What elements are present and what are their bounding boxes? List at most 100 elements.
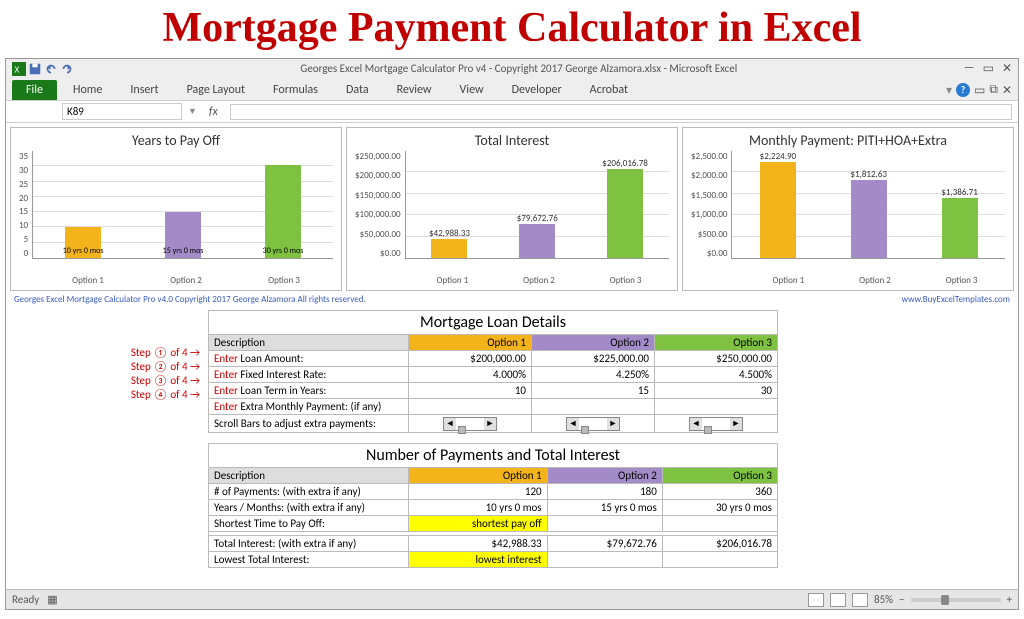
- table-row: Enter Extra Monthly Payment: (if any): [209, 399, 778, 415]
- worksheet-area: Years to Pay Off3530252015105010 yrs 0 m…: [6, 123, 1018, 589]
- tab-acrobat[interactable]: Acrobat: [578, 80, 640, 100]
- zoom-out-button[interactable]: −: [899, 593, 904, 606]
- chart-bar: $206,016.78: [607, 169, 643, 258]
- cell-value: shortest pay off: [409, 516, 548, 532]
- tab-page-layout[interactable]: Page Layout: [175, 80, 257, 100]
- step-label: Step ② of 4 →: [131, 360, 200, 373]
- window-controls: — ▭ ✕: [964, 61, 1012, 76]
- table1-caption: Mortgage Loan Details: [208, 310, 778, 334]
- scroll-left-icon[interactable]: ◄: [444, 418, 456, 430]
- step-label: Step ③ of 4 →: [131, 374, 200, 387]
- cell-value: 180: [547, 484, 662, 500]
- redo-icon[interactable]: [60, 62, 74, 76]
- view-normal-button[interactable]: [808, 593, 824, 607]
- cell-value[interactable]: $250,000.00: [655, 351, 778, 367]
- cell-value: 15 yrs 0 mos: [547, 500, 662, 516]
- tab-developer[interactable]: Developer: [500, 80, 574, 100]
- extra-payment-scrollbar[interactable]: ◄►: [566, 417, 620, 431]
- cell-value: $42,988.33: [409, 536, 548, 552]
- tab-formulas[interactable]: Formulas: [261, 80, 330, 100]
- cell-value[interactable]: $200,000.00: [409, 351, 532, 367]
- ribbon-restore-icon[interactable]: ⧉: [989, 83, 998, 97]
- chart-title: Total Interest: [355, 132, 669, 149]
- tab-view[interactable]: View: [448, 80, 496, 100]
- status-ready: Ready: [12, 593, 39, 606]
- chart-title: Monthly Payment: PITI+HOA+Extra: [691, 132, 1005, 149]
- ribbon-close-icon[interactable]: ✕: [1002, 83, 1012, 98]
- copyright-text: Georges Excel Mortgage Calculator Pro v4…: [14, 294, 366, 305]
- save-icon[interactable]: [28, 62, 42, 76]
- ribbon-dropdown-icon[interactable]: ▾: [946, 83, 952, 98]
- table-row: Years / Months: (with extra if any)10 yr…: [209, 500, 778, 516]
- cell-value[interactable]: 10: [409, 383, 532, 399]
- scroll-left-icon[interactable]: ◄: [567, 418, 579, 430]
- scroll-row: Scroll Bars to adjust extra payments:◄►◄…: [209, 415, 778, 433]
- scroll-right-icon[interactable]: ►: [484, 418, 496, 430]
- view-page-break-button[interactable]: [852, 593, 868, 607]
- tab-review[interactable]: Review: [385, 80, 444, 100]
- formula-input[interactable]: [230, 104, 1012, 120]
- cell-value[interactable]: 30: [655, 383, 778, 399]
- name-box[interactable]: K89: [62, 103, 182, 120]
- cell-value: [547, 552, 662, 568]
- cell-value[interactable]: [409, 399, 532, 415]
- chart-2: Monthly Payment: PITI+HOA+Extra$2,500.00…: [682, 127, 1014, 291]
- step-label: Step ④ of 4 →: [131, 388, 200, 401]
- table-row: Enter Loan Amount:$200,000.00$225,000.00…: [209, 351, 778, 367]
- row-label: Total Interest: (with extra if any): [209, 536, 409, 552]
- close-icon[interactable]: ✕: [1002, 61, 1012, 76]
- help-icon[interactable]: ?: [956, 83, 970, 97]
- zoom-slider[interactable]: [911, 598, 1001, 602]
- chart-bar: $2,224.90: [760, 162, 796, 258]
- formula-bar: K89 ▼ fx: [6, 101, 1018, 123]
- row-label: Years / Months: (with extra if any): [209, 500, 409, 516]
- fx-icon[interactable]: fx: [203, 105, 224, 119]
- svg-text:X: X: [15, 65, 20, 75]
- chart-bar: 10 yrs 0 mos: [65, 227, 101, 258]
- website-link[interactable]: www.BuyExcelTemplates.com: [902, 294, 1010, 305]
- maximize-icon[interactable]: ▭: [983, 61, 994, 76]
- cell-value[interactable]: [532, 399, 655, 415]
- cell-value: $79,672.76: [547, 536, 662, 552]
- ribbon-min-icon[interactable]: ▭: [974, 83, 985, 98]
- row-label: Lowest Total Interest:: [209, 552, 409, 568]
- excel-icon: X: [12, 62, 26, 76]
- ribbon-tabs: File Home Insert Page Layout Formulas Da…: [6, 78, 1018, 101]
- cell-value[interactable]: 4.500%: [655, 367, 778, 383]
- table-header: Option 3: [662, 468, 777, 484]
- minimize-icon[interactable]: —: [964, 61, 975, 76]
- row-label: # of Payments: (with extra if any): [209, 484, 409, 500]
- chart-title: Years to Pay Off: [19, 132, 333, 149]
- table2-caption: Number of Payments and Total Interest: [208, 443, 778, 467]
- name-box-dropdown-icon[interactable]: ▼: [188, 106, 197, 117]
- undo-icon[interactable]: [44, 62, 58, 76]
- table-header: Option 2: [532, 335, 655, 351]
- view-page-layout-button[interactable]: [830, 593, 846, 607]
- table-row: Enter Fixed Interest Rate:4.000%4.250%4.…: [209, 367, 778, 383]
- cell-value: [662, 552, 777, 568]
- tab-file[interactable]: File: [12, 80, 57, 100]
- cell-value[interactable]: 15: [532, 383, 655, 399]
- cell-value: 10 yrs 0 mos: [409, 500, 548, 516]
- macro-icon[interactable]: ▦: [47, 593, 57, 606]
- scroll-left-icon[interactable]: ◄: [690, 418, 702, 430]
- table-row: Total Interest: (with extra if any)$42,9…: [209, 536, 778, 552]
- tab-home[interactable]: Home: [61, 80, 114, 100]
- scroll-right-icon[interactable]: ►: [730, 418, 742, 430]
- cell-value[interactable]: [655, 399, 778, 415]
- scroll-right-icon[interactable]: ►: [607, 418, 619, 430]
- zoom-in-button[interactable]: +: [1007, 593, 1012, 606]
- cell-value[interactable]: 4.250%: [532, 367, 655, 383]
- tab-insert[interactable]: Insert: [118, 80, 170, 100]
- extra-payment-scrollbar[interactable]: ◄►: [689, 417, 743, 431]
- chart-bar: $42,988.33: [431, 239, 467, 258]
- extra-payment-scrollbar[interactable]: ◄►: [443, 417, 497, 431]
- tab-data[interactable]: Data: [334, 80, 381, 100]
- quick-access-toolbar: X: [12, 62, 74, 76]
- cell-value[interactable]: 4.000%: [409, 367, 532, 383]
- chart-bar: $1,812.63: [851, 180, 887, 258]
- table-header: Description: [209, 335, 409, 351]
- chart-bar: $1,386.71: [942, 198, 978, 258]
- table-header: Description: [209, 468, 409, 484]
- cell-value[interactable]: $225,000.00: [532, 351, 655, 367]
